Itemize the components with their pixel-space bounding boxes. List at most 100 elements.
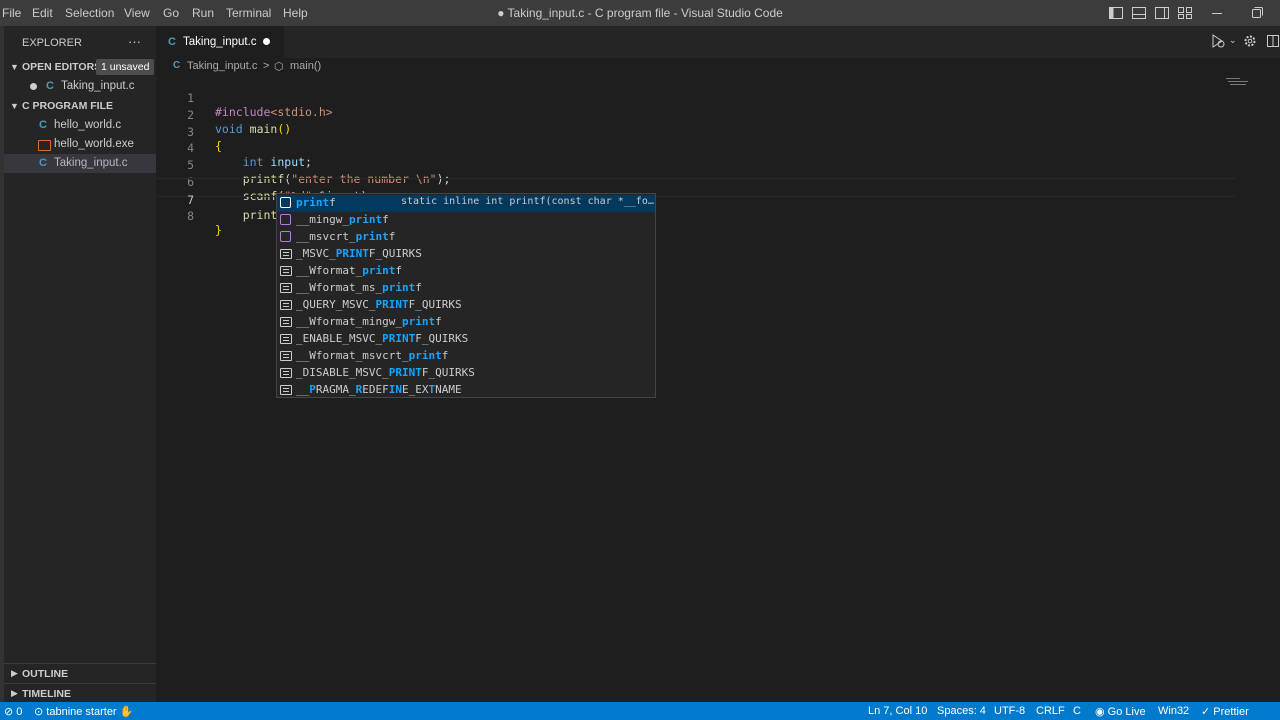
suggestion-item[interactable]: __Wformat_mingw_printf [277,314,655,331]
suggestion-item[interactable]: __PRAGMA_REDEFINE_EXTNAME [277,382,655,399]
file-label: Taking_input.c [54,157,128,169]
prettier-status[interactable]: ✓ Prettier [1201,705,1249,718]
menu-selection[interactable]: Selection [65,6,114,20]
minimize-icon[interactable] [1209,5,1225,21]
open-editor-item[interactable]: C Taking_input.c [4,77,156,96]
toggle-panel-icon[interactable] [1131,5,1147,21]
suggestion-item[interactable]: _MSVC_PRINTF_QUIRKS [277,246,655,263]
suggestion-item[interactable]: __Wformat_printf [277,263,655,280]
code-line-5[interactable]: 5 printf("enter the number \n"); [156,144,1236,186]
menu-go[interactable]: Go [163,6,179,20]
method-icon [280,214,291,225]
unsaved-badge: 1 unsaved [96,59,155,75]
chevron-down-icon: ▼ [10,101,19,111]
suggestion-label: printf [296,196,336,209]
menu-edit[interactable]: Edit [32,6,53,20]
constant-icon [280,385,292,395]
code-line-6[interactable]: 6 scanf("%d",&input); [156,161,1236,203]
file-item-hello-world-c[interactable]: C hello_world.c [4,116,156,135]
dirty-dot-icon[interactable] [30,83,37,90]
code-line-1[interactable]: 1 #include<stdio.h> [156,77,1236,119]
editor-tab-bar: C Taking_input.c ⌄ [156,26,1280,58]
gear-icon[interactable] [1243,34,1257,48]
suggestion-label: _MSVC_PRINTF_QUIRKS [296,247,422,260]
suggestion-label: __Wformat_printf [296,264,402,277]
language-mode[interactable]: C [1073,705,1081,717]
menu-terminal[interactable]: Terminal [226,6,271,20]
problems-count: 0 [16,706,23,718]
suggestion-item[interactable]: _DISABLE_MSVC_PRINTF_QUIRKS [277,365,655,382]
line-number: 8 [187,209,194,223]
problems-indicator[interactable]: ⊘ 0 [4,705,22,718]
suggestion-item[interactable]: _ENABLE_MSVC_PRINTF_QUIRKS [277,331,655,348]
chevron-down-icon[interactable]: ⌄ [1229,35,1237,46]
cursor-position[interactable]: Ln 7, Col 10 [868,705,927,717]
customize-layout-icon[interactable] [1177,5,1193,21]
run-debug-icon[interactable] [1210,33,1228,49]
code-line-2[interactable]: 2 void main() [156,94,1236,136]
file-item-hello-world-exe[interactable]: hello_world.exe [4,135,156,154]
unsaved-dot-icon[interactable] [263,38,270,45]
file-label: hello_world.exe [54,138,134,150]
suggestion-item[interactable]: __msvcrt_printf [277,229,655,246]
go-live-label: Go Live [1107,706,1146,718]
restore-icon[interactable] [1249,5,1265,21]
menu-run[interactable]: Run [192,6,214,20]
outline-section-header[interactable]: ▶ OUTLINE [4,663,156,683]
toggle-primary-sidebar-icon[interactable] [1108,5,1124,21]
constant-icon [280,249,292,259]
suggestion-label: __Wformat_msvcrt_printf [296,349,449,362]
c-file-icon: C [46,80,54,92]
toggle-secondary-sidebar-icon[interactable] [1154,5,1170,21]
menu-help[interactable]: Help [283,6,308,20]
constant-icon [280,351,292,361]
suggest-widget: printf static inline int printf(const ch… [276,193,656,398]
file-item-taking-input-c[interactable]: C Taking_input.c [4,154,156,173]
code-line-4[interactable]: 4 int input; [156,127,1236,169]
folder-label: C PROGRAM FILE [22,100,113,112]
timeline-section-header[interactable]: ▶ TIMELINE [4,683,156,703]
constant-icon [280,334,292,344]
split-editor-icon[interactable] [1266,34,1280,48]
file-label: hello_world.c [54,119,122,131]
cube-icon: ⬡ [274,61,284,73]
suggestion-label: __Wformat_ms_printf [296,281,422,294]
suggestion-label: _QUERY_MSVC_PRINTF_QUIRKS [296,298,462,311]
open-editors-label: OPEN EDITORS [22,61,102,73]
tabnine-status[interactable]: ⊙ tabnine starter ✋ [34,705,133,718]
suggestion-item[interactable]: __Wformat_ms_printf [277,280,655,297]
minimap[interactable] [1226,76,1254,88]
constant-icon [280,300,292,310]
exe-file-icon [38,140,51,151]
menu-file[interactable]: File [2,6,21,20]
breadcrumb-separator: > [263,60,270,72]
constant-icon [280,368,292,378]
more-actions-icon[interactable]: ··· [128,34,141,49]
suggestion-item[interactable]: __Wformat_msvcrt_printf [277,348,655,365]
indentation[interactable]: Spaces: 4 [937,705,986,717]
folder-section-header[interactable]: ▼ C PROGRAM FILE [4,97,156,116]
status-bar: ⊘ 0 ⊙ tabnine starter ✋ Ln 7, Col 10 Spa… [0,702,1280,720]
open-editors-section-header[interactable]: ▼ OPEN EDITORS 1 unsaved [4,58,156,77]
breadcrumb-file[interactable]: Taking_input.c [187,60,257,72]
menu-view[interactable]: View [124,6,150,20]
suggestion-item[interactable]: printf static inline int printf(const ch… [277,195,655,212]
end-of-line[interactable]: CRLF [1036,705,1065,717]
chevron-right-icon: ▶ [11,688,18,698]
explorer-title: EXPLORER [22,37,82,49]
suggestion-label: __PRAGMA_REDEFINE_EXTNAME [296,383,462,396]
breadcrumb-symbol[interactable]: main() [290,60,321,72]
encoding[interactable]: UTF-8 [994,705,1025,717]
c-file-icon: C [39,157,47,169]
tab-taking-input-c[interactable]: C Taking_input.c [156,26,284,58]
suggestion-item[interactable]: __mingw_printf [277,212,655,229]
code-line-3[interactable]: 3 { [156,111,1236,153]
go-live-button[interactable]: ◉ Go Live [1095,705,1146,718]
suggestion-label: __mingw_printf [296,213,389,226]
tabnine-label: tabnine starter [46,706,117,718]
constant-icon [280,283,292,293]
suggestion-item[interactable]: _QUERY_MSVC_PRINTF_QUIRKS [277,297,655,314]
suggestion-detail: static inline int printf(const char *__f… [401,196,654,207]
platform[interactable]: Win32 [1158,705,1189,717]
suggestion-label: __msvcrt_printf [296,230,396,243]
